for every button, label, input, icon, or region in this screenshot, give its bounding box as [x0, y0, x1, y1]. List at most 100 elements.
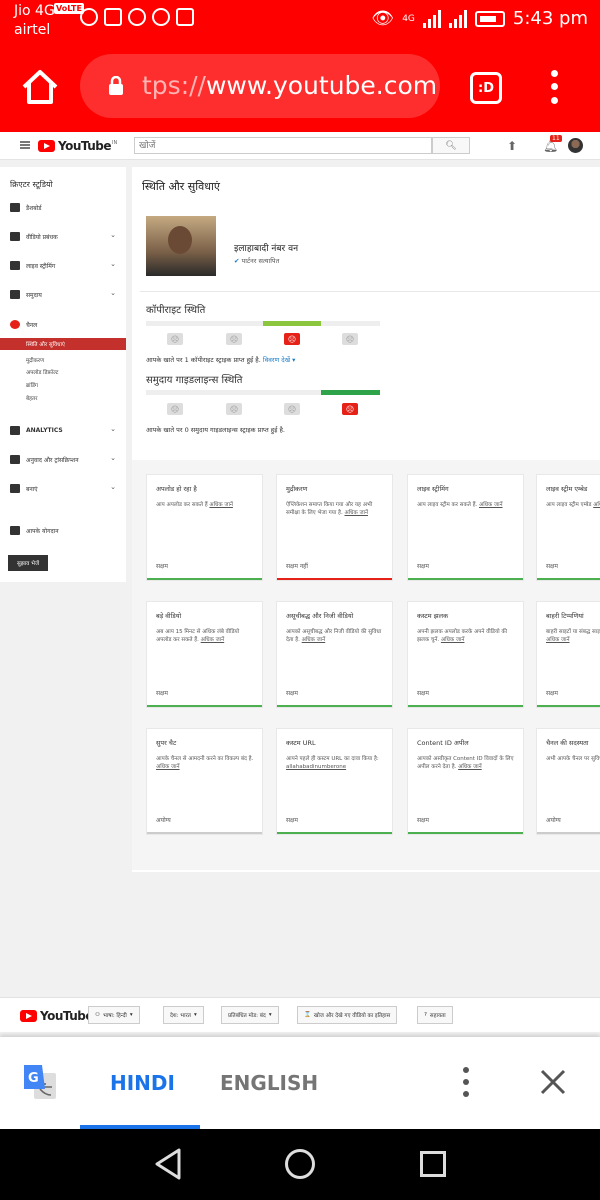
sidebar-sub-branding[interactable]: ब्रांडिंग — [26, 381, 38, 389]
yt-logo[interactable]: YouTube IN — [38, 139, 117, 153]
sidebar-sub-upload-defaults[interactable]: अपलोड डिफ़ॉल्ट — [26, 368, 58, 376]
sidebar-item-analytics[interactable]: ANALYTICS ⌄ — [0, 423, 126, 439]
details-link[interactable]: विवरण देखें ▾ — [263, 356, 295, 364]
language-tab-hindi[interactable]: HINDI — [110, 1071, 175, 1095]
search-icon: 🔍︎ — [445, 140, 457, 151]
help-button[interactable]: ? सहायता — [417, 1006, 453, 1024]
sad-face-icon: ☹ — [167, 333, 183, 345]
community-icon — [10, 290, 20, 299]
sidebar-sub-monetization[interactable]: मुद्रीकरण — [26, 356, 44, 364]
feature-card-status-bar — [537, 832, 600, 834]
carrier-name: Jio 4G — [14, 3, 55, 19]
chevron-down-icon: ⌄ — [110, 483, 116, 491]
feedback-button[interactable]: सुझाव भेजें — [8, 555, 48, 571]
recents-icon[interactable] — [420, 1151, 446, 1177]
feature-card: मुद्रीकरण ऐप्लिकेशन समाप्त किया गया और यह… — [276, 474, 393, 581]
dropdown-icon: ▾ — [268, 1012, 272, 1018]
partner-status: ✔ पार्टनर सत्यापित — [234, 257, 280, 265]
sidebar-item-create[interactable]: बनाएं ⌄ — [0, 481, 126, 497]
feature-card-status: अयोग्य — [546, 817, 561, 824]
feature-card-status: सक्षम — [156, 563, 168, 570]
language-button[interactable]: ⚇ भाषा: हिन्दी ▾ — [88, 1006, 140, 1024]
sidebar-title: क्रिएटर स्टूडियो — [10, 180, 53, 189]
chevron-down-icon: ⌄ — [110, 231, 116, 239]
feature-card-description: आप अपलोड कर सकते हैं अधिक जानें — [156, 502, 233, 508]
learn-more-link[interactable]: अधिक जानें — [479, 502, 503, 508]
notification-icons — [80, 8, 194, 26]
more-options-icon[interactable] — [462, 1067, 470, 1097]
feature-card-description: बाहरी साइटों या संबद्ध साइट आपको टिप्पणि… — [546, 629, 600, 643]
sidebar-item-community[interactable]: समुदाय ⌄ — [0, 287, 126, 303]
upload-icon[interactable]: ⬆ — [507, 139, 517, 153]
feature-card-status: अयोग्य — [156, 817, 171, 824]
channel-name: इलाहाबादी नंबर वन — [234, 244, 299, 254]
browser-menu-icon[interactable] — [544, 67, 564, 107]
svg-text:G: G — [28, 1071, 39, 1086]
main-content: स्थिति और सुविधाएं इलाहाबादी नंबर वन ✔ प… — [132, 167, 600, 872]
feature-card-title: लाइव स्ट्रीम एम्बेड — [546, 485, 588, 493]
sidebar-sub-advanced[interactable]: बेहतर — [26, 394, 37, 402]
feature-card-status: सक्षम — [417, 563, 429, 570]
feature-card: अपलोड हो रहा है आप अपलोड कर सकते हैं अधिक… — [146, 474, 263, 581]
feature-card-title: मुद्रीकरण — [286, 485, 308, 493]
country-button[interactable]: देश: भारत ▾ — [163, 1006, 204, 1024]
contributions-icon — [10, 526, 20, 535]
learn-more-link[interactable]: अधिक जानें — [458, 764, 482, 770]
learn-more-link[interactable]: अधिक जानें — [302, 637, 326, 643]
learn-more-link[interactable]: अधिक जानें — [593, 502, 600, 508]
search-button[interactable]: 🔍︎ — [432, 137, 470, 154]
learn-more-link[interactable]: अधिक जानें — [344, 510, 368, 516]
sidebar-item-video-manager[interactable]: वीडियो प्रबंधक ⌄ — [0, 229, 126, 245]
feature-card-title: चैनल की सदस्यता — [546, 739, 589, 747]
sidebar-item-translation[interactable]: अनुवाद और ट्रांसक्रिप्शन ⌄ — [0, 452, 126, 468]
home-nav-icon[interactable] — [285, 1149, 315, 1179]
live-icon — [10, 261, 20, 270]
signal-icon-2 — [448, 9, 467, 28]
feature-card: बड़े वीडियो अब आप 15 मिनट से अधिक लंबे वी… — [146, 601, 263, 708]
feature-card-description: आपने पहले ही कस्टम URL का दावा किया है: … — [286, 756, 379, 770]
feature-card-description: अपनी झलक अपलोड करके अपने वीडियो की झलक च… — [417, 629, 508, 643]
restricted-mode-button[interactable]: प्रतिबंधित मोड: बंद ▾ — [221, 1006, 279, 1024]
system-nav-bar — [0, 1129, 600, 1200]
copyright-strike-text: आपके खाते पर 1 कॉपीराइट स्ट्राइक प्राप्त… — [146, 356, 296, 364]
help-icon: ? — [424, 1012, 427, 1018]
search-input[interactable] — [134, 137, 432, 154]
lock-icon — [109, 76, 123, 95]
address-bar[interactable]: tps://www.youtube.com — [80, 54, 440, 118]
learn-more-link[interactable]: अधिक जानें — [441, 637, 465, 643]
tab-switcher-button[interactable]: :D — [470, 72, 502, 104]
signal-icon — [422, 9, 441, 28]
learn-more-link[interactable]: अधिक जानें — [201, 637, 225, 643]
learn-more-link[interactable]: अधिक जानें — [546, 637, 570, 643]
language-tab-english[interactable]: ENGLISH — [220, 1071, 318, 1095]
history-button[interactable]: ⌛ खोज और देखे गए वीडियो का इतिहास — [297, 1006, 398, 1024]
hamburger-icon[interactable] — [20, 141, 30, 149]
clock: 5:43 pm — [512, 8, 588, 29]
sidebar-item-contributions[interactable]: आपके योगदान — [0, 523, 126, 539]
language-icon: ⚇ — [95, 1012, 100, 1018]
learn-more-link[interactable]: allahabadinumberone — [286, 764, 346, 770]
sidebar-sub-status[interactable]: स्थिति और सुविधाएं — [0, 338, 126, 350]
url-text: tps://www.youtube.com — [142, 71, 438, 100]
close-icon[interactable] — [538, 1067, 568, 1097]
feature-card-status-bar — [537, 578, 600, 580]
gmail-icon — [104, 8, 122, 26]
dashboard-icon — [10, 203, 20, 212]
feature-card: चैनल की सदस्यता अभी आपके चैनल पर सुविधा उ… — [536, 728, 600, 835]
avatar[interactable] — [568, 138, 583, 153]
learn-more-link[interactable]: अधिक जानें — [209, 502, 233, 508]
sidebar-item-dashboard[interactable]: डैशबोर्ड — [0, 200, 126, 216]
chrome-icon — [152, 8, 170, 26]
feature-card-status-bar — [537, 705, 600, 707]
back-icon[interactable] — [153, 1147, 183, 1181]
home-icon[interactable] — [20, 67, 60, 107]
feature-card-status-bar — [277, 832, 392, 834]
feature-card-status: सक्षम — [546, 690, 558, 697]
feature-card-description: आपको अस्वीकृत Content ID विवादों के लिए … — [417, 756, 514, 770]
learn-more-link[interactable]: अधिक जानें — [156, 764, 180, 770]
sidebar-item-live-streaming[interactable]: लाइव स्ट्रीमिंग ⌄ — [0, 258, 126, 274]
battery-icon — [474, 10, 505, 27]
footer-logo[interactable]: YouTube — [20, 1009, 94, 1023]
community-title: समुदाय गाइडलाइन्स स्थिति — [146, 375, 243, 386]
sidebar-item-channel[interactable]: चैनल — [0, 317, 126, 333]
